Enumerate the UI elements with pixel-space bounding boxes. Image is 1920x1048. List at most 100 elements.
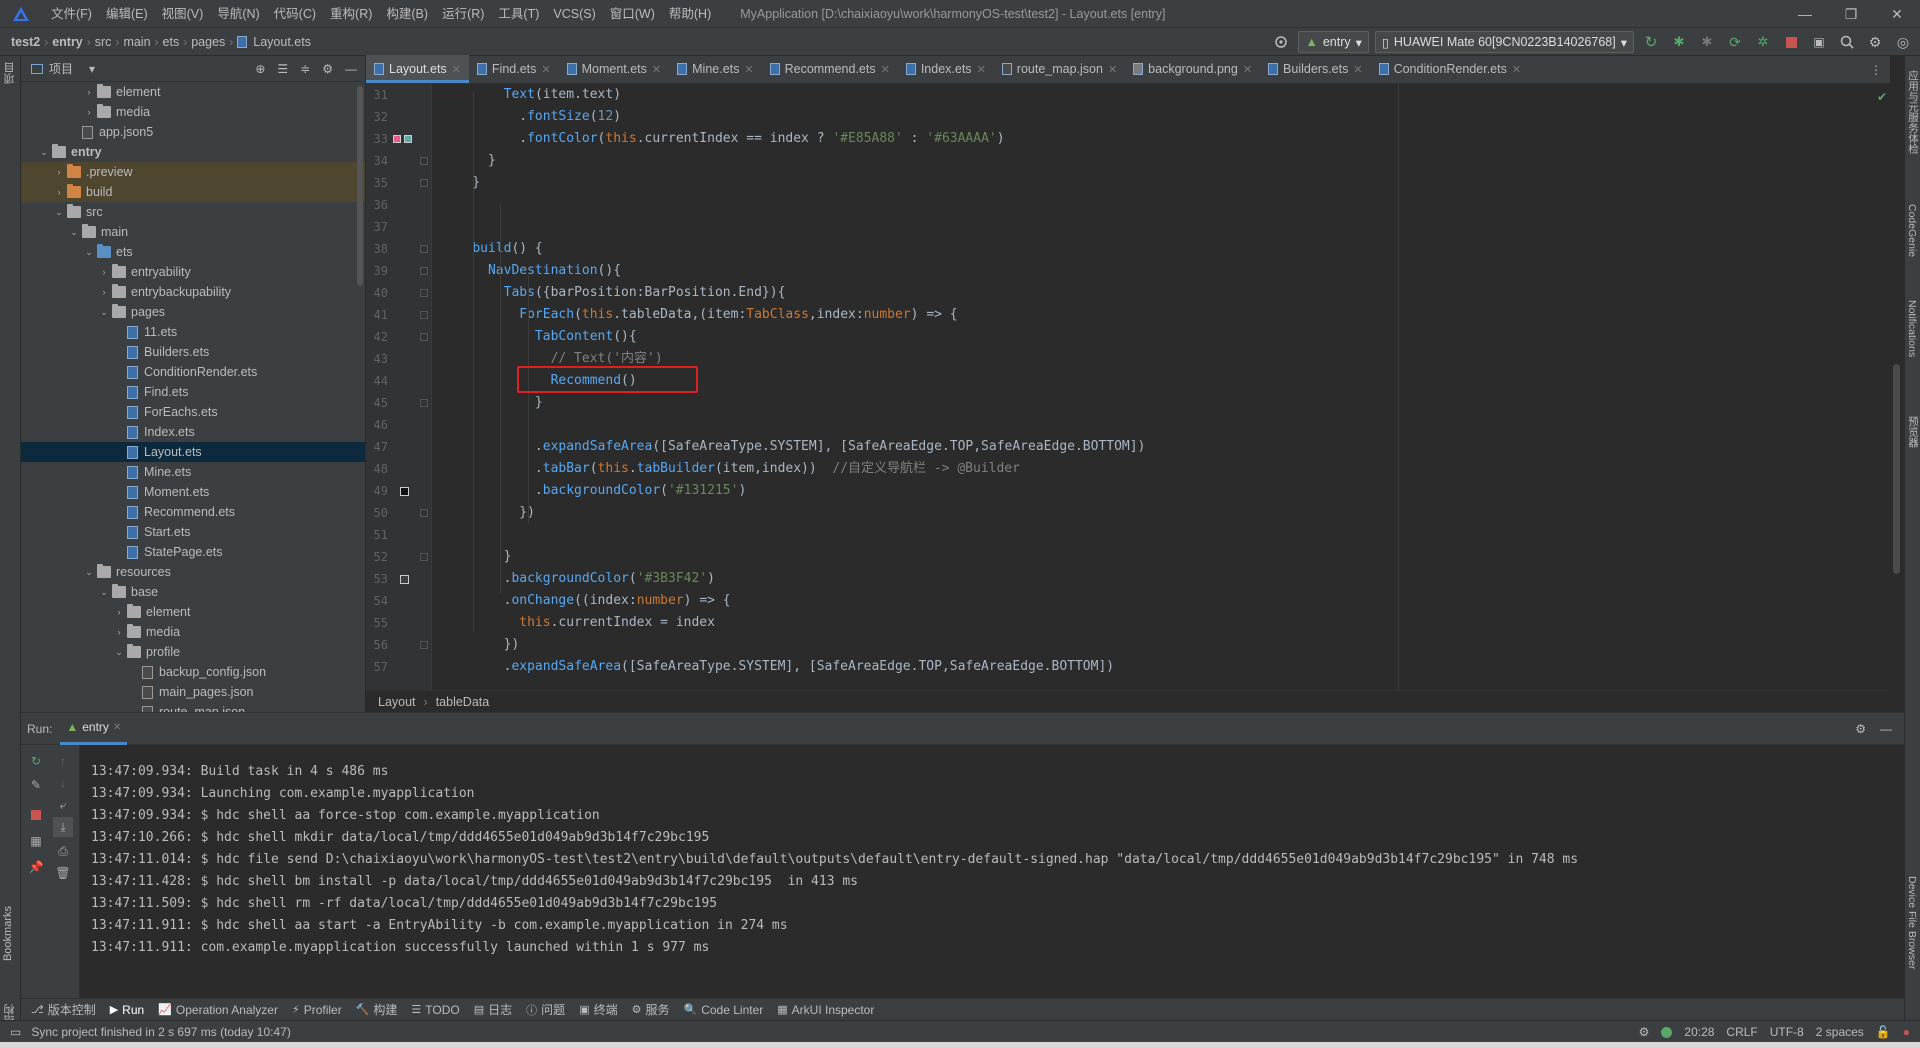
arrow-up-icon[interactable]: ↑ — [53, 751, 73, 771]
fold-marker-icon[interactable] — [420, 641, 428, 649]
wrench-icon[interactable]: ✎ — [26, 775, 46, 795]
fold-marker-icon[interactable] — [420, 267, 428, 275]
close-tab-icon[interactable]: ✕ — [1353, 63, 1362, 76]
locate-icon[interactable]: ⊕ — [255, 62, 265, 76]
editor-tab[interactable]: ConditionRender.ets ✕ — [1371, 55, 1530, 83]
chevron-down-icon[interactable]: ▾ — [89, 62, 95, 76]
apply-changes-icon[interactable]: ⟳ — [1724, 31, 1746, 53]
tree-item[interactable]: StatePage.ets — [21, 542, 365, 562]
tree-item[interactable]: › media — [21, 102, 365, 122]
tree-item[interactable]: Start.ets — [21, 522, 365, 542]
pin-icon[interactable]: 📌 — [26, 857, 46, 877]
tool-window-button[interactable]: 📈 Operation Analyzer — [158, 1003, 278, 1017]
editor-tab[interactable]: Layout.ets ✕ — [366, 55, 469, 83]
color-swatch-dark[interactable] — [400, 487, 409, 496]
fold-marker-icon[interactable] — [420, 399, 428, 407]
print-icon[interactable]: ⎙ — [53, 841, 73, 861]
editor-tab[interactable]: Moment.ets ✕ — [559, 55, 670, 83]
menu-item[interactable]: VCS(S) — [546, 0, 602, 28]
tree-item[interactable]: ⌄ entry — [21, 142, 365, 162]
chevron-down-icon[interactable]: ⌄ — [51, 207, 67, 218]
close-icon[interactable]: ✕ — [113, 722, 121, 733]
minimize-button[interactable]: — — [1782, 0, 1828, 28]
tree-item[interactable]: › media — [21, 622, 365, 642]
tool-window-button[interactable]: ⎇ 版本控制 — [31, 1001, 96, 1018]
stop-icon[interactable] — [26, 805, 46, 825]
tree-scrollbar[interactable] — [357, 86, 363, 286]
bookmarks-tool-button[interactable]: Bookmarks — [2, 906, 14, 961]
fold-marker-icon[interactable] — [420, 179, 428, 187]
previewer-tool-button[interactable]: 预览器 — [1906, 416, 1920, 448]
file-encoding[interactable]: UTF-8 — [1770, 1025, 1804, 1039]
line-separator[interactable]: CRLF — [1726, 1025, 1757, 1039]
expand-all-icon[interactable]: ☰ — [277, 62, 288, 76]
error-indicator-icon[interactable]: ● — [1903, 1025, 1910, 1039]
lock-icon[interactable]: 🔓 — [1876, 1025, 1891, 1039]
breadcrumb-item[interactable]: entry — [49, 35, 86, 49]
status-toggle-icon[interactable]: ▭ — [10, 1025, 21, 1039]
collapse-all-icon[interactable]: ≑ — [300, 62, 310, 76]
tree-item[interactable]: app.json5 — [21, 122, 365, 142]
run-tab-entry[interactable]: ▲ entry ✕ — [60, 713, 128, 745]
tool-window-button[interactable]: ▣ 终端 — [579, 1001, 617, 1018]
menu-item[interactable]: 帮助(H) — [662, 0, 718, 28]
tree-item[interactable]: ⌄ ets — [21, 242, 365, 262]
editor-tab[interactable]: route_map.json ✕ — [994, 55, 1125, 83]
tree-item[interactable]: ⌄ base — [21, 582, 365, 602]
tool-window-button[interactable]: ▦ ArkUI Inspector — [777, 1003, 874, 1017]
tool-window-button[interactable]: ⚙ 服务 — [632, 1001, 670, 1018]
settings-icon[interactable]: ⚙ — [1864, 31, 1886, 53]
close-tab-icon[interactable]: ✕ — [452, 63, 461, 76]
tree-item[interactable]: Layout.ets — [21, 442, 365, 462]
tree-item[interactable]: › entryability — [21, 262, 365, 282]
chevron-down-icon[interactable]: ⌄ — [81, 567, 97, 578]
editor-tab[interactable]: background.png ✕ — [1125, 55, 1260, 83]
tree-item[interactable]: › .preview — [21, 162, 365, 182]
color-swatch-pink[interactable] — [393, 135, 401, 143]
chevron-down-icon[interactable]: ⌄ — [66, 227, 82, 238]
menu-item[interactable]: 视图(V) — [155, 0, 211, 28]
arrow-down-icon[interactable]: ↓ — [53, 773, 73, 793]
editor-tab[interactable]: Find.ets ✕ — [469, 55, 559, 83]
tree-item[interactable]: Index.ets — [21, 422, 365, 442]
chevron-down-icon[interactable]: ⌄ — [81, 247, 97, 258]
tree-item[interactable]: Mine.ets — [21, 462, 365, 482]
tool-window-button[interactable]: ▶ Run — [110, 1003, 144, 1017]
chevron-right-icon[interactable]: › — [51, 187, 67, 197]
run-config-select[interactable]: ▲ entry ▾ — [1298, 31, 1369, 53]
account-icon[interactable]: ◎ — [1892, 31, 1914, 53]
hector-icon[interactable]: ⚙ — [1639, 1025, 1650, 1039]
attach-debugger-icon[interactable]: ✱ — [1696, 31, 1718, 53]
chevron-down-icon[interactable]: ⌄ — [111, 647, 127, 658]
editor-tab[interactable]: Builders.ets ✕ — [1260, 55, 1371, 83]
breadcrumb-item[interactable]: pages — [188, 35, 228, 49]
tree-item[interactable]: ⌄ pages — [21, 302, 365, 322]
layout-icon[interactable]: ▦ — [26, 831, 46, 851]
caret-position[interactable]: 20:28 — [1684, 1025, 1714, 1039]
close-tab-icon[interactable]: ✕ — [744, 63, 753, 76]
gear-icon[interactable]: ⚙ — [1855, 722, 1866, 736]
breadcrumb-item[interactable]: main — [120, 35, 153, 49]
tree-item[interactable]: Builders.ets — [21, 342, 365, 362]
fold-marker-icon[interactable] — [420, 509, 428, 517]
fold-marker-icon[interactable] — [420, 157, 428, 165]
more-tabs-icon[interactable]: ⋮ — [1870, 63, 1882, 77]
tree-item[interactable]: ForEachs.ets — [21, 402, 365, 422]
tree-item[interactable]: Recommend.ets — [21, 502, 365, 522]
close-tab-icon[interactable]: ✕ — [652, 63, 661, 76]
close-tab-icon[interactable]: ✕ — [1243, 63, 1252, 76]
tree-item[interactable]: Moment.ets — [21, 482, 365, 502]
tree-item[interactable]: › element — [21, 82, 365, 102]
fold-marker-icon[interactable] — [420, 289, 428, 297]
close-window-button[interactable]: ✕ — [1874, 0, 1920, 28]
device-file-browser-tool-button[interactable]: Device File Browser — [1906, 876, 1918, 969]
device-select[interactable]: ▯ HUAWEI Mate 60[9CN0223B14026768] ▾ — [1374, 31, 1634, 53]
breadcrumb-item[interactable]: test2 — [8, 35, 43, 49]
tool-window-button[interactable]: ▤ 日志 — [474, 1001, 512, 1018]
chevron-down-icon[interactable]: ⌄ — [96, 587, 112, 598]
breadcrumb-item[interactable]: Layout.ets — [250, 35, 314, 49]
breadcrumb-item[interactable]: tableData — [436, 695, 490, 709]
tree-item[interactable]: › element — [21, 602, 365, 622]
debug-icon[interactable]: ✱ — [1668, 31, 1690, 53]
stop-icon[interactable] — [1780, 31, 1802, 53]
